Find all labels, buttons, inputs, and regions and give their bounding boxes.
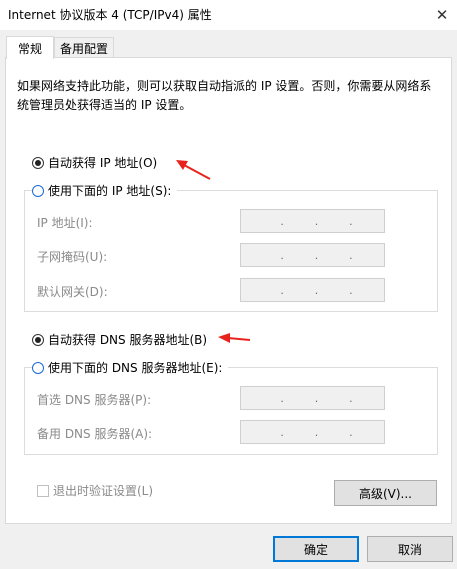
tab-alternate-config[interactable]: 备用配置 [54,37,114,58]
close-icon: ✕ [435,6,449,24]
radio-manual-ip-indicator[interactable] [32,184,44,197]
ip-address-field: ... [240,209,385,233]
cancel-button[interactable]: 取消 [367,536,453,562]
default-gateway-field: ... [240,278,385,302]
close-button[interactable]: ✕ [427,0,457,30]
advanced-button-label: 高级(V)... [358,486,413,501]
cancel-button-label: 取消 [397,542,422,557]
annotation-arrow-icon-2 [218,333,251,343]
annotation-arrow-icon [176,160,211,180]
validate-settings-label: 退出时验证设置(L) [53,484,154,498]
description-text: 如果网络支持此功能，则可以获取自动指派的 IP 设置。否则，你需要从网络系统管理… [17,79,432,112]
tab-general[interactable]: 常规 [6,36,54,59]
alternate-dns-field: ... [240,420,385,444]
preferred-dns-field: ... [240,386,385,410]
radio-manual-dns-label: 使用下面的 DNS 服务器地址(E): [48,361,223,375]
radio-manual-dns-indicator[interactable] [32,361,44,374]
ip-address-label: IP 地址(I): [37,216,93,230]
radio-auto-dns-indicator[interactable] [32,333,44,346]
radio-manual-dns[interactable]: 使用下面的 DNS 服务器地址(E): [32,359,229,376]
tab-alternate-config-label: 备用配置 [59,41,108,56]
alternate-dns-label: 备用 DNS 服务器(A): [37,427,153,441]
default-gateway-label: 默认网关(D): [37,285,108,299]
radio-manual-ip[interactable]: 使用下面的 IP 地址(S): [32,182,178,199]
radio-auto-ip-indicator[interactable] [32,156,44,169]
radio-manual-ip-label: 使用下面的 IP 地址(S): [48,184,172,198]
validate-settings-checkbox: 退出时验证设置(L) [37,482,153,499]
subnet-mask-label: 子网掩码(U): [37,250,108,264]
radio-auto-dns[interactable]: 自动获得 DNS 服务器地址(B) [32,331,214,348]
window-title: Internet 协议版本 4 (TCP/IPv4) 属性 [8,8,212,22]
subnet-mask-field: ... [240,243,385,267]
ok-button[interactable]: 确定 [273,536,359,562]
title-bar: Internet 协议版本 4 (TCP/IPv4) 属性 ✕ [0,0,457,30]
radio-auto-ip-label: 自动获得 IP 地址(O) [48,156,158,170]
preferred-dns-label: 首选 DNS 服务器(P): [37,393,152,407]
validate-settings-checkbox-box [37,484,49,497]
radio-auto-ip[interactable]: 自动获得 IP 地址(O) [32,154,164,171]
radio-auto-dns-label: 自动获得 DNS 服务器地址(B) [48,333,208,347]
tab-general-label: 常规 [17,41,42,56]
ok-button-label: 确定 [303,542,328,557]
advanced-button[interactable]: 高级(V)... [334,480,437,506]
